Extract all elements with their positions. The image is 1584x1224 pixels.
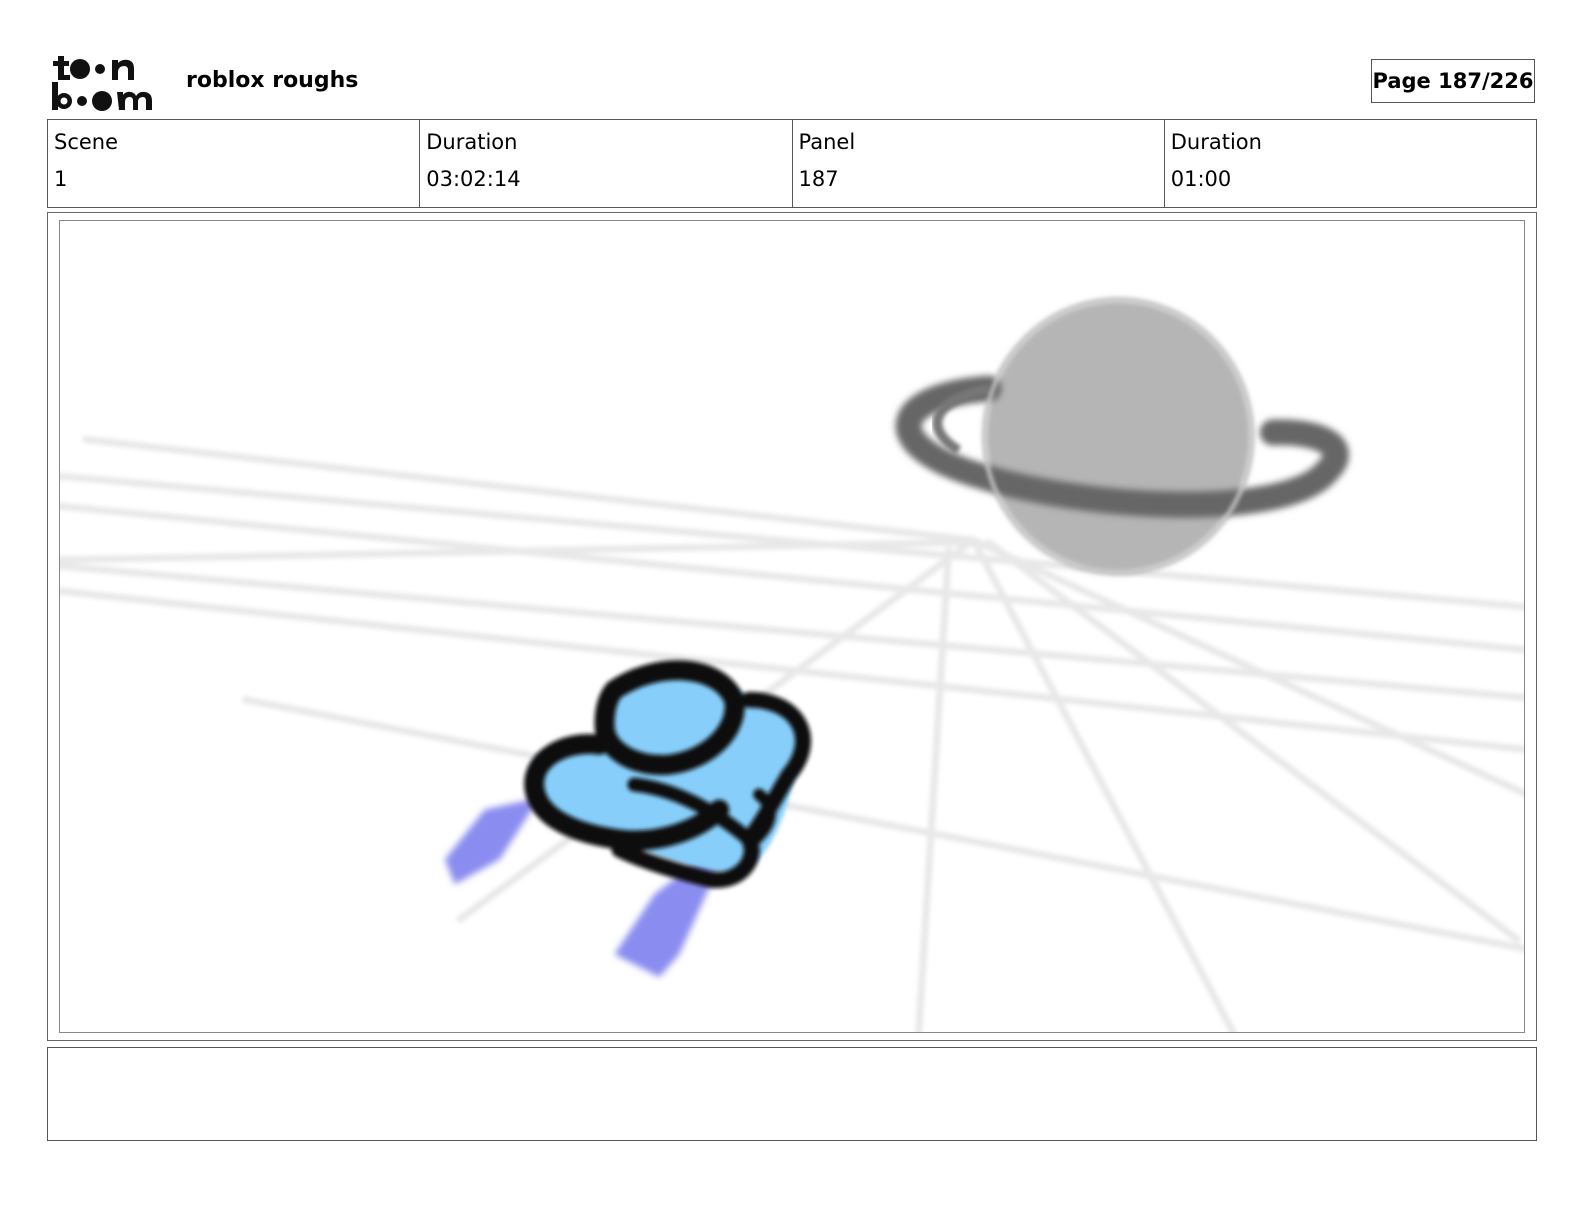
toon-boom-logo	[52, 56, 152, 111]
scene-duration-label: Duration	[426, 130, 518, 154]
scene-value: 1	[54, 167, 68, 191]
panel-cell: Panel 187	[793, 120, 1165, 207]
scene-duration-cell: Duration 03:02:14	[420, 120, 793, 207]
panel-image	[59, 220, 1525, 1033]
panel-sketch	[60, 297, 1524, 1032]
project-title: roblox roughs	[186, 68, 359, 93]
scene-info-table: Scene 1 Duration 03:02:14 Panel 187 Dura…	[47, 119, 1537, 208]
panel-duration-label: Duration	[1170, 130, 1262, 154]
planet-icon	[895, 297, 1349, 576]
spaceship-icon	[444, 660, 812, 978]
panel-value: 187	[798, 167, 839, 191]
panel-duration-value: 01:00	[1170, 167, 1232, 191]
panel-notes	[47, 1047, 1537, 1141]
panel-frame	[47, 212, 1537, 1041]
scene-cell: Scene 1	[48, 120, 421, 207]
scene-label: Scene	[54, 130, 119, 154]
panel-duration-cell: Duration 01:00	[1165, 120, 1536, 207]
scene-duration-value: 03:02:14	[426, 167, 521, 191]
panel-label: Panel	[798, 130, 856, 154]
page-number: Page 187/226	[1371, 59, 1535, 103]
